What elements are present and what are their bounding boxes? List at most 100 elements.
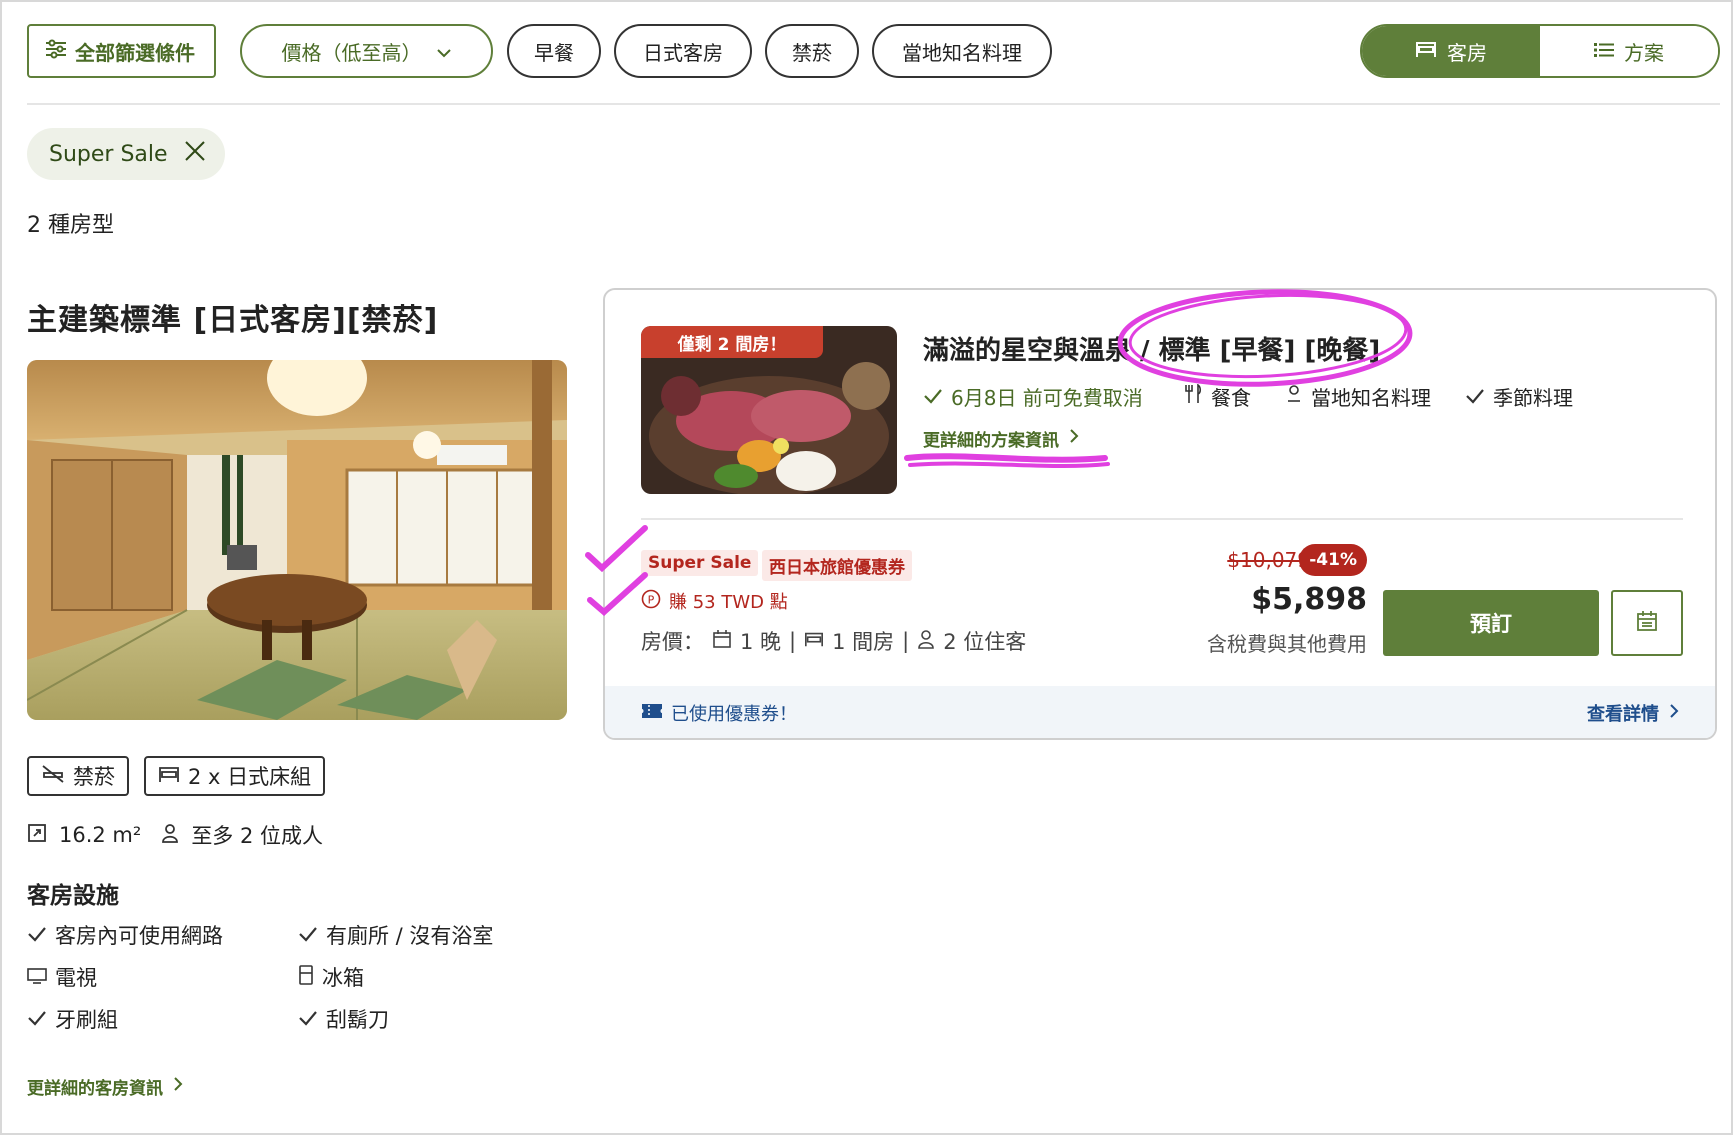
rooms-view-label: 客房 xyxy=(1447,40,1487,65)
bed-icon xyxy=(1415,39,1437,63)
tag-beds: 2 x 日式床組 xyxy=(144,756,326,796)
room-price-label: 房價： xyxy=(641,630,704,654)
amenity-label: 刮鬍刀 xyxy=(326,1008,389,1032)
plan-title: 滿溢的星空與溫泉 / 標準 [早餐] [晚餐] xyxy=(923,336,1381,366)
active-filter-label: Super Sale xyxy=(49,141,168,167)
room-type-count: 2 種房型 xyxy=(27,213,114,238)
amenities-title: 客房設施 xyxy=(27,883,119,909)
coupon-used-note: 已使用優惠券！ xyxy=(641,700,797,726)
availability-badge: 僅剩 2 間房！ xyxy=(641,326,823,358)
meals-feature: 餐食 xyxy=(1185,382,1251,411)
all-filters-label: 全部篩選條件 xyxy=(75,40,195,65)
more-room-info-link[interactable]: 更詳細的客房資訊 xyxy=(27,1074,183,1099)
filter-pill-local-cuisine[interactable]: 當地知名料理 xyxy=(872,24,1052,78)
view-details-label: 查看詳情 xyxy=(1587,704,1659,725)
active-filter-chip[interactable]: Super Sale xyxy=(27,128,225,180)
book-button[interactable]: 預訂 xyxy=(1383,590,1599,656)
view-details-link[interactable]: 查看詳情 xyxy=(1587,700,1679,726)
amenity-item: 牙刷組 xyxy=(27,1004,118,1034)
check-icon xyxy=(27,923,47,947)
amenity-label: 客房內可使用網路 xyxy=(55,924,223,948)
check-icon xyxy=(298,1007,318,1031)
feature-label: 季節料理 xyxy=(1493,386,1573,410)
plan-card: 僅剩 2 間房！ 滿溢的星空與溫泉 / 標準 [早餐] [晚餐] 6月8日 前可… xyxy=(603,288,1717,740)
close-icon[interactable] xyxy=(184,140,206,168)
amenity-item: 有廁所 / 沒有浴室 xyxy=(298,920,493,950)
plans-view-tab[interactable]: 方案 xyxy=(1540,26,1718,76)
chevron-right-icon xyxy=(173,1076,183,1097)
person-icon xyxy=(917,629,935,654)
room-occupancy: 至多 2 位成人 xyxy=(191,824,324,848)
tag-label: 2 x 日式床組 xyxy=(188,765,312,789)
plans-view-label: 方案 xyxy=(1624,40,1664,65)
guests-label: 2 位住客 xyxy=(943,630,1027,654)
amenity-label: 電視 xyxy=(55,966,97,990)
person-icon xyxy=(161,823,179,848)
chevron-right-icon xyxy=(1069,428,1079,449)
feature-label: 6月8日 前可免費取消 xyxy=(951,386,1143,410)
chevron-right-icon xyxy=(1669,703,1679,724)
points-label: 賺 53 TWD 點 xyxy=(669,592,788,613)
amenity-item: 刮鬍刀 xyxy=(298,1004,389,1034)
card-divider xyxy=(641,518,1683,520)
sort-dropdown[interactable]: 價格（低至高） xyxy=(240,24,493,78)
no-smoking-icon xyxy=(41,764,65,789)
check-icon xyxy=(923,385,943,409)
points-earned: P 賺 53 TWD 點 xyxy=(641,588,788,614)
view-toggle: 客房 方案 xyxy=(1360,24,1720,78)
separator: | xyxy=(789,629,797,653)
room-photo[interactable] xyxy=(27,360,567,720)
amenity-label: 冰箱 xyxy=(322,966,364,990)
coupon-badge: 西日本旅館優惠券 xyxy=(762,550,912,581)
check-icon xyxy=(27,1007,47,1031)
plan-photo[interactable]: 僅剩 2 間房！ xyxy=(641,326,897,494)
svg-text:P: P xyxy=(648,593,655,606)
calendar-button[interactable] xyxy=(1611,590,1683,656)
sort-label: 價格（低至高） xyxy=(281,40,422,65)
super-sale-badge: Super Sale xyxy=(641,550,759,576)
feature-label: 當地知名料理 xyxy=(1311,386,1431,410)
amenity-item: 電視 xyxy=(27,962,97,992)
room-size-occupancy: 16.2 m² 至多 2 位成人 xyxy=(27,820,323,850)
chef-icon xyxy=(1285,384,1303,409)
filter-pill-breakfast[interactable]: 早餐 xyxy=(507,24,601,78)
filter-pill-label: 日式客房 xyxy=(643,40,723,65)
tax-note: 含稅費與其他費用 xyxy=(1207,632,1367,656)
check-icon xyxy=(1465,385,1485,409)
expand-icon xyxy=(27,823,47,848)
filter-pill-japanese-room[interactable]: 日式客房 xyxy=(614,24,752,78)
bed-icon xyxy=(158,764,180,788)
separator: | xyxy=(902,629,910,653)
amenity-item: 客房內可使用網路 xyxy=(27,920,223,950)
filter-pill-non-smoking[interactable]: 禁菸 xyxy=(765,24,859,78)
feature-label: 餐食 xyxy=(1211,386,1251,410)
filter-divider xyxy=(27,103,1720,105)
room-title: 主建築標準 [日式客房][禁菸] xyxy=(27,303,439,338)
all-filters-button[interactable]: 全部篩選條件 xyxy=(27,24,216,78)
discount-badge: -41% xyxy=(1299,544,1367,576)
coupon-used-label: 已使用優惠券！ xyxy=(671,704,797,725)
rooms-label: 1 間房 xyxy=(832,630,895,654)
filter-pill-label: 早餐 xyxy=(534,40,574,65)
filter-pill-label: 禁菸 xyxy=(792,40,832,65)
bed-icon xyxy=(804,629,824,653)
tv-icon xyxy=(27,965,47,989)
local-cuisine-feature: 當地知名料理 xyxy=(1285,382,1431,411)
calendar-icon xyxy=(1636,610,1658,636)
sale-price: $5,898 xyxy=(1251,582,1367,617)
fridge-icon xyxy=(298,964,314,990)
calendar-icon xyxy=(712,629,732,654)
more-plan-info-link[interactable]: 更詳細的方案資訊 xyxy=(923,426,1079,451)
seasonal-cuisine-feature: 季節料理 xyxy=(1465,382,1573,411)
more-plan-info-label: 更詳細的方案資訊 xyxy=(923,431,1059,451)
chevron-down-icon xyxy=(436,39,452,63)
more-room-info-label: 更詳細的客房資訊 xyxy=(27,1079,163,1099)
cutlery-icon xyxy=(1185,383,1203,409)
original-price: $10,079 xyxy=(1227,548,1310,572)
ticket-icon xyxy=(641,702,663,725)
rooms-view-tab[interactable]: 客房 xyxy=(1362,26,1540,76)
filter-pill-label: 當地知名料理 xyxy=(902,40,1022,65)
card-footer: 已使用優惠券！ 查看詳情 xyxy=(605,686,1715,738)
free-cancel-feature: 6月8日 前可免費取消 xyxy=(923,382,1143,411)
nights-label: 1 晚 xyxy=(740,630,782,654)
